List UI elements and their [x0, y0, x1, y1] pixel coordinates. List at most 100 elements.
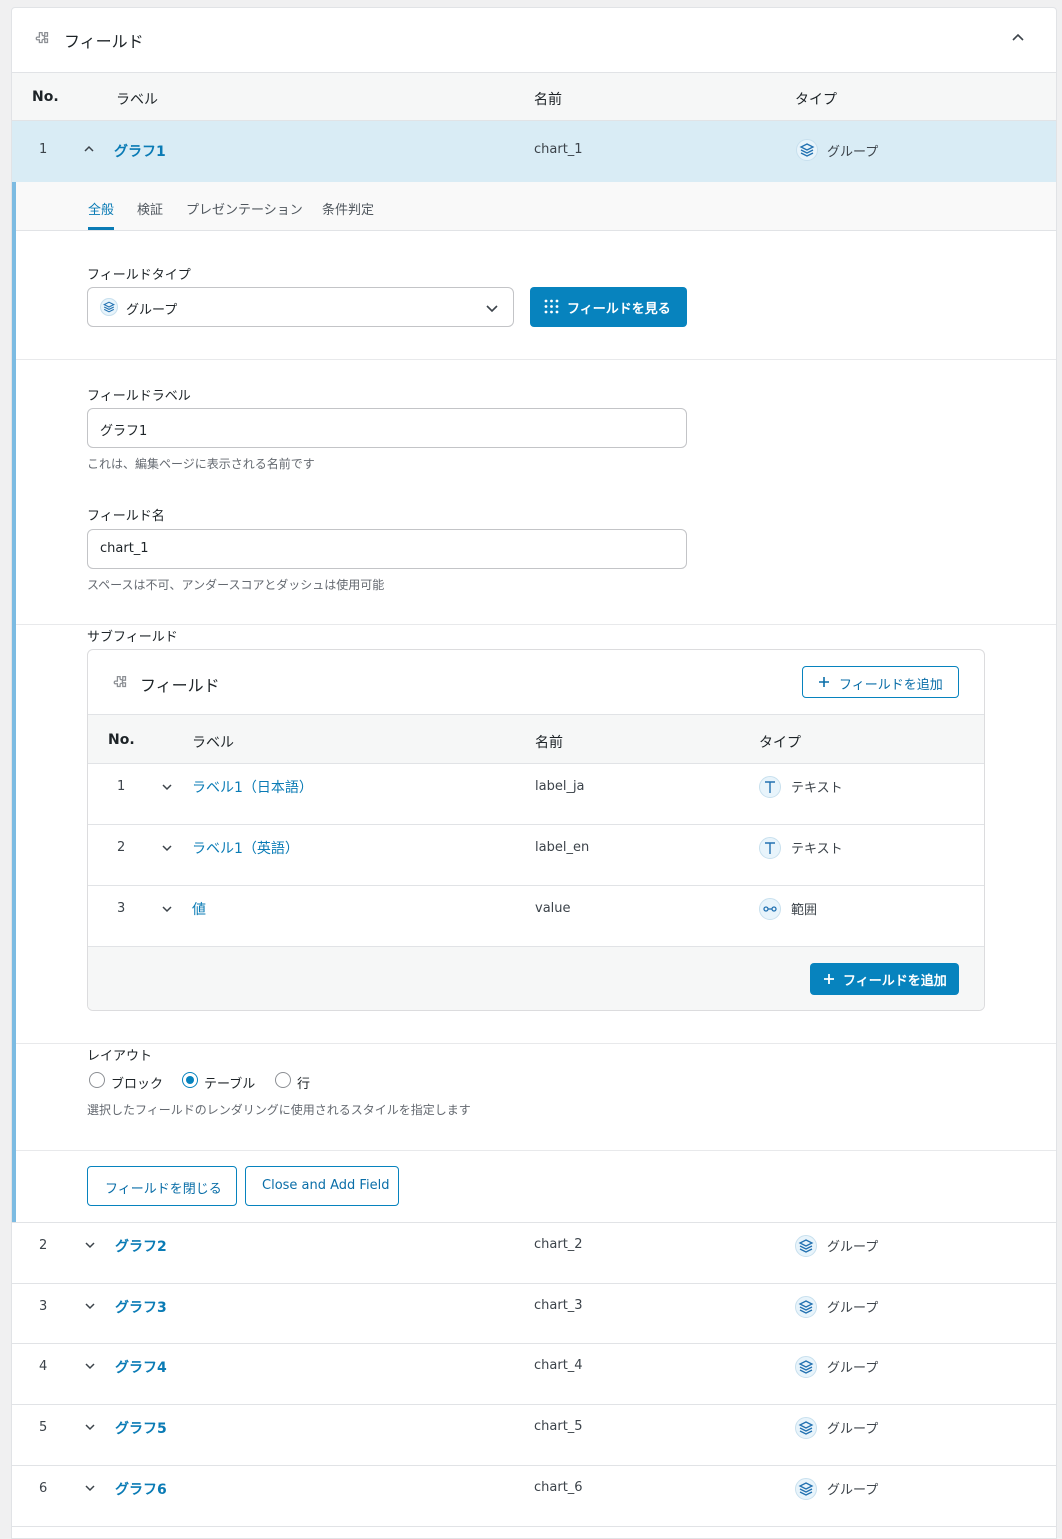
- col-type: タイプ: [759, 735, 801, 751]
- row-name: label_en: [535, 840, 590, 855]
- puzzle-icon: [112, 673, 130, 695]
- row-type: テキスト: [791, 842, 843, 857]
- chevron-down-icon[interactable]: [84, 1239, 96, 1251]
- table-row-expanded[interactable]: 1 グラフ1 chart_1 グループ: [12, 121, 1056, 182]
- row-type: グループ: [827, 1301, 879, 1316]
- close-and-add-field-button[interactable]: Close and Add Field: [245, 1166, 399, 1206]
- subfield-row[interactable]: 2 ラベル1（英語） label_en テキスト: [88, 825, 984, 886]
- row-label-link[interactable]: グラフ3: [115, 1297, 167, 1317]
- row-number: 3: [117, 901, 126, 916]
- divider: [16, 1150, 1056, 1151]
- row-label-link[interactable]: グラフ5: [115, 1418, 167, 1438]
- field-label-help: これは、編集ページに表示される名前です: [87, 457, 315, 471]
- browse-fields-button[interactable]: フィールドを見る: [530, 287, 687, 327]
- fields-panel: フィールド No. ラベル 名前 タイプ 1 グラフ1 chart_1 グループ…: [11, 7, 1057, 1539]
- browse-fields-label: フィールドを見る: [567, 302, 671, 317]
- row-label-link[interactable]: ラベル1（日本語）: [192, 777, 313, 797]
- tab-presentation[interactable]: プレゼンテーション: [186, 199, 303, 218]
- chevron-down-icon[interactable]: [84, 1482, 96, 1494]
- row-name: chart_1: [534, 142, 583, 157]
- collapse-panel-button[interactable]: [1010, 30, 1026, 50]
- field-name-help: スペースは不可、アンダースコアとダッシュは使用可能: [87, 578, 385, 592]
- close-and-add-field-label: Close and Add Field: [262, 1178, 390, 1193]
- row-name: label_ja: [535, 779, 585, 794]
- text-t-icon: [759, 776, 781, 798]
- tab-general[interactable]: 全般: [88, 199, 114, 218]
- layers-icon: [795, 1478, 817, 1500]
- row-number: 1: [39, 142, 48, 157]
- table-row[interactable]: 6 グラフ6 chart_6 グループ: [12, 1465, 1056, 1526]
- row-type: テキスト: [791, 781, 843, 796]
- subfields-box: フィールド フィールドを追加 No. ラベル 名前 タイプ 1 ラベル1（日本語…: [87, 649, 985, 1011]
- range-slider-icon: [759, 898, 781, 920]
- chevron-up-icon[interactable]: [83, 143, 95, 155]
- row-number: 6: [39, 1481, 48, 1496]
- divider: [16, 1043, 1056, 1044]
- field-name-input[interactable]: chart_1: [87, 529, 687, 569]
- tab-validation[interactable]: 検証: [137, 199, 163, 218]
- row-name: chart_4: [534, 1358, 583, 1373]
- table-row[interactable]: 4 グラフ4 chart_4 グループ: [12, 1343, 1056, 1404]
- add-field-label: フィールドを追加: [839, 678, 943, 693]
- puzzle-icon: [34, 29, 52, 51]
- layers-icon: [100, 298, 118, 316]
- row-name: chart_5: [534, 1419, 583, 1434]
- chevron-down-icon[interactable]: [161, 781, 173, 793]
- layout-option-table: テーブル: [204, 1077, 256, 1092]
- tab-conditional-logic[interactable]: 条件判定: [322, 199, 374, 218]
- row-number: 4: [39, 1359, 48, 1374]
- field-type-label: フィールドタイプ: [87, 268, 191, 283]
- row-number: 3: [39, 1299, 48, 1314]
- row-type: グループ: [827, 1483, 879, 1498]
- col-name: 名前: [535, 735, 563, 751]
- add-field-button-bottom[interactable]: フィールドを追加: [810, 963, 959, 995]
- row-number: 5: [39, 1420, 48, 1435]
- layout-label: レイアウト: [87, 1049, 153, 1064]
- layers-icon: [795, 1417, 817, 1439]
- field-label-value: グラフ1: [100, 424, 148, 439]
- table-row[interactable]: 5 グラフ5 chart_5 グループ: [12, 1404, 1056, 1465]
- layout-option-block: ブロック: [111, 1077, 164, 1092]
- chevron-down-icon[interactable]: [161, 903, 173, 915]
- divider: [16, 624, 1056, 625]
- col-no: No.: [32, 89, 59, 105]
- subfield-row[interactable]: 1 ラベル1（日本語） label_ja テキスト: [88, 764, 984, 825]
- layout-radio-block[interactable]: [89, 1072, 105, 1088]
- layout-radio-row[interactable]: [275, 1072, 291, 1088]
- row-label-link[interactable]: グラフ6: [115, 1479, 167, 1499]
- row-label-link[interactable]: ラベル1（英語）: [192, 838, 299, 858]
- chevron-down-icon: [486, 305, 498, 313]
- chevron-down-icon[interactable]: [84, 1300, 96, 1312]
- field-label-input[interactable]: グラフ1: [87, 408, 687, 448]
- field-name-value: chart_1: [100, 541, 149, 556]
- close-field-button[interactable]: フィールドを閉じる: [87, 1166, 237, 1206]
- row-name: chart_2: [534, 1237, 583, 1252]
- col-label: ラベル: [116, 92, 158, 108]
- layers-icon: [796, 139, 818, 161]
- row-label-link[interactable]: グラフ4: [115, 1357, 167, 1377]
- chevron-down-icon[interactable]: [161, 842, 173, 854]
- row-label-link[interactable]: 値: [192, 899, 206, 919]
- layout-radio-table[interactable]: [182, 1072, 198, 1088]
- row-number: 2: [117, 840, 126, 855]
- row-label-link[interactable]: グラフ1: [114, 141, 166, 161]
- row-label-link[interactable]: グラフ2: [115, 1236, 167, 1256]
- table-row[interactable]: 3 グラフ3 chart_3 グループ: [12, 1283, 1056, 1344]
- chevron-down-icon[interactable]: [84, 1421, 96, 1433]
- col-label: ラベル: [192, 735, 234, 751]
- table-row[interactable]: 2 グラフ2 chart_2 グループ: [12, 1222, 1056, 1283]
- row-type: グループ: [827, 1361, 879, 1376]
- settings-tabs: 全般 検証 プレゼンテーション 条件判定: [16, 182, 1056, 231]
- add-field-button-top[interactable]: フィールドを追加: [802, 666, 959, 698]
- subfields-footer: フィールドを追加: [88, 947, 984, 1010]
- fields-table-header: No. ラベル 名前 タイプ: [12, 72, 1056, 121]
- field-type-select[interactable]: グループ: [87, 287, 514, 327]
- plus-icon: [819, 677, 829, 687]
- expanded-left-border: [12, 182, 16, 1222]
- row-type: グループ: [827, 1422, 879, 1437]
- field-type-value: グループ: [126, 303, 178, 318]
- plus-icon: [824, 974, 834, 984]
- subfields-table-header: No. ラベル 名前 タイプ: [88, 714, 984, 764]
- chevron-down-icon[interactable]: [84, 1360, 96, 1372]
- subfield-row[interactable]: 3 値 value 範囲: [88, 886, 984, 947]
